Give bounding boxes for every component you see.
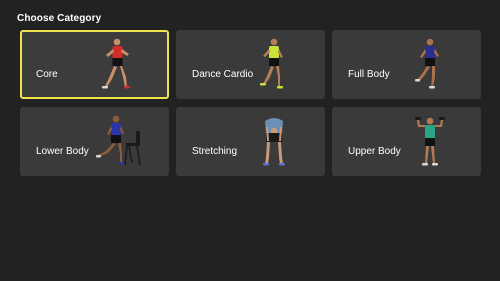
- category-label-dance-cardio: Dance Cardio: [192, 69, 254, 80]
- dance-cardio-figure: [254, 36, 294, 94]
- category-tile-full-body[interactable]: Full Body: [332, 30, 481, 99]
- category-screen: Choose Category Core Dance Cardio Full B…: [0, 0, 500, 281]
- category-tile-upper-body[interactable]: Upper Body: [332, 107, 481, 176]
- category-label-full-body: Full Body: [348, 69, 390, 80]
- category-tile-lower-body[interactable]: Lower Body: [20, 107, 169, 176]
- category-label-core: Core: [36, 69, 58, 80]
- category-tile-dance-cardio[interactable]: Dance Cardio: [176, 30, 325, 99]
- full-body-figure: [410, 36, 450, 94]
- category-label-lower-body: Lower Body: [36, 146, 89, 157]
- category-label-upper-body: Upper Body: [348, 146, 401, 157]
- stretching-figure: [254, 113, 294, 171]
- page-title: Choose Category: [17, 13, 102, 24]
- category-grid: Core Dance Cardio Full Body Lower Body S…: [20, 30, 481, 176]
- category-label-stretching: Stretching: [192, 146, 238, 157]
- lower-body-figure: [96, 113, 144, 171]
- upper-body-figure: [408, 113, 452, 171]
- category-tile-stretching[interactable]: Stretching: [176, 107, 325, 176]
- category-tile-core[interactable]: Core: [20, 30, 169, 99]
- core-workout-figure: [96, 36, 136, 94]
